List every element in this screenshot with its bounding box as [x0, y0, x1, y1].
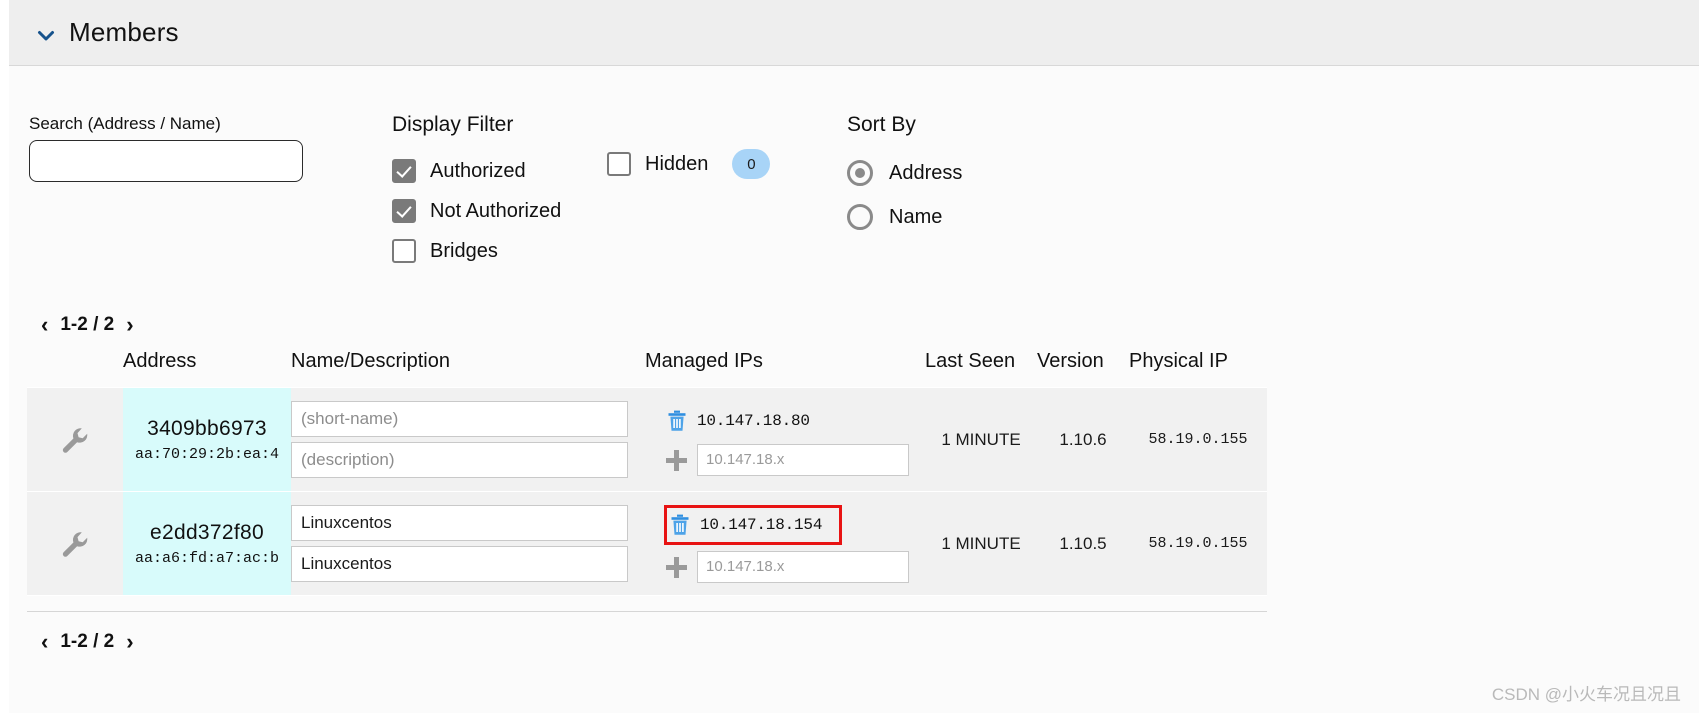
- col-header-physical-ip: Physical IP: [1129, 350, 1267, 388]
- managed-ip-entry: 10.147.18.80: [645, 404, 925, 438]
- row-address-cell: 3409bb6973 aa:70:29:2b:ea:4: [123, 387, 291, 492]
- sort-by-name-label: Name: [889, 205, 943, 228]
- col-header-name: Name/Description: [291, 350, 645, 388]
- search-block: Search (Address / Name): [29, 114, 329, 182]
- row-name-cell: [291, 387, 645, 492]
- managed-ip-value: 10.147.18.154: [700, 515, 823, 534]
- pagination-prev-icon[interactable]: ‹: [31, 314, 58, 336]
- member-address-id: 3409bb6973: [147, 416, 267, 440]
- pagination-range-bottom: 1-2 / 2: [60, 631, 115, 652]
- pagination-prev-icon[interactable]: ‹: [31, 631, 58, 653]
- search-label: Search (Address / Name): [29, 114, 221, 133]
- sort-by-address[interactable]: Address: [847, 151, 962, 195]
- chevron-down-icon[interactable]: [37, 27, 55, 45]
- pagination-next-icon[interactable]: ›: [116, 314, 143, 336]
- member-description-input[interactable]: [291, 546, 628, 582]
- radio-address[interactable]: [847, 160, 873, 186]
- wrench-icon[interactable]: [27, 424, 123, 456]
- checkbox-bridges[interactable]: [392, 239, 416, 263]
- managed-ip-entry-highlighted: 10.147.18.154: [664, 504, 842, 545]
- filter-not-authorized-label: Not Authorized: [430, 199, 562, 222]
- filter-bridges[interactable]: Bridges: [392, 231, 561, 271]
- member-short-name-input[interactable]: [291, 505, 628, 541]
- row-name-cell: [291, 491, 645, 596]
- table-bottom-divider: [27, 611, 1267, 612]
- plus-icon[interactable]: [665, 556, 687, 578]
- search-input[interactable]: [29, 140, 303, 182]
- trash-icon[interactable]: [670, 514, 690, 536]
- table-row: 3409bb6973 aa:70:29:2b:ea:4 (short-name)…: [27, 387, 1267, 492]
- trash-icon[interactable]: [667, 410, 687, 432]
- managed-ip-add-input[interactable]: [697, 550, 909, 583]
- member-version: 1.10.6: [1037, 387, 1129, 492]
- pagination-range-top: 1-2 / 2: [60, 314, 115, 335]
- member-short-name-input[interactable]: [291, 401, 628, 437]
- col-header-last-seen: Last Seen: [925, 350, 1037, 388]
- checkbox-not-authorized[interactable]: [392, 199, 416, 223]
- display-filter-title: Display Filter: [392, 113, 514, 136]
- members-table: Address Name/Description Managed IPs Las…: [27, 350, 1267, 596]
- panel-body: Search (Address / Name) Display Filter A…: [9, 66, 1699, 713]
- plus-icon[interactable]: [665, 449, 687, 471]
- wrench-icon[interactable]: [27, 528, 123, 560]
- member-last-seen: 1 MINUTE: [925, 491, 1037, 596]
- radio-name[interactable]: [847, 204, 873, 230]
- pagination-next-icon[interactable]: ›: [116, 631, 143, 653]
- sort-by-group: Sort By Address Name: [847, 113, 962, 239]
- filter-hidden-label: Hidden: [645, 152, 709, 175]
- filter-bridges-label: Bridges: [430, 239, 498, 262]
- member-mac-address: aa:a6:fd:a7:ac:b: [134, 550, 280, 567]
- checkbox-hidden[interactable]: [607, 152, 631, 176]
- member-mac-address: aa:70:29:2b:ea:4: [134, 446, 280, 463]
- managed-ip-add-row: [645, 550, 925, 583]
- col-header-tools: [27, 350, 123, 388]
- filter-hidden[interactable]: Hidden 0: [607, 149, 771, 179]
- pagination-bottom: ‹ 1-2 / 2 ›: [31, 631, 144, 653]
- member-address-id: e2dd372f80: [150, 520, 264, 544]
- members-panel: Members Search (Address / Name) Display …: [0, 0, 1699, 713]
- row-managed-ips-cell: 10.147.18.154: [645, 491, 925, 596]
- page-title: Members: [69, 17, 179, 47]
- table-row: e2dd372f80 aa:a6:fd:a7:ac:b Linuxcentos …: [27, 491, 1267, 596]
- panel-header[interactable]: Members: [9, 0, 1699, 66]
- sort-by-name[interactable]: Name: [847, 195, 962, 239]
- filter-not-authorized[interactable]: Not Authorized: [392, 191, 561, 231]
- filter-authorized[interactable]: Authorized: [392, 151, 561, 191]
- hidden-count-badge: 0: [732, 149, 771, 179]
- managed-ip-add-input[interactable]: [697, 443, 909, 476]
- watermark: CSDN @小火车况且况且: [1491, 685, 1681, 704]
- table-header-row: Address Name/Description Managed IPs Las…: [27, 350, 1267, 388]
- col-header-managed-ips: Managed IPs: [645, 350, 925, 388]
- member-version: 1.10.5: [1037, 491, 1129, 596]
- sort-by-address-label: Address: [889, 161, 963, 184]
- row-managed-ips-cell: 10.147.18.80: [645, 387, 925, 492]
- managed-ip-value: 10.147.18.80: [697, 411, 810, 430]
- col-header-address: Address: [123, 350, 291, 388]
- pagination-top: ‹ 1-2 / 2 ›: [31, 314, 144, 336]
- managed-ip-add-row: [645, 443, 925, 476]
- row-tools-cell: [27, 387, 123, 492]
- member-last-seen: 1 MINUTE: [925, 387, 1037, 492]
- row-address-cell: e2dd372f80 aa:a6:fd:a7:ac:b: [123, 491, 291, 596]
- filter-authorized-label: Authorized: [430, 159, 526, 182]
- member-description-input[interactable]: [291, 442, 628, 478]
- member-physical-ip: 58.19.0.155: [1129, 387, 1267, 492]
- col-header-version: Version: [1037, 350, 1129, 388]
- row-tools-cell: [27, 491, 123, 596]
- display-filter-group: Display Filter Authorized Not Authorized…: [392, 113, 771, 271]
- sort-by-title: Sort By: [847, 113, 916, 136]
- checkbox-authorized[interactable]: [392, 159, 416, 183]
- member-physical-ip: 58.19.0.155: [1129, 491, 1267, 596]
